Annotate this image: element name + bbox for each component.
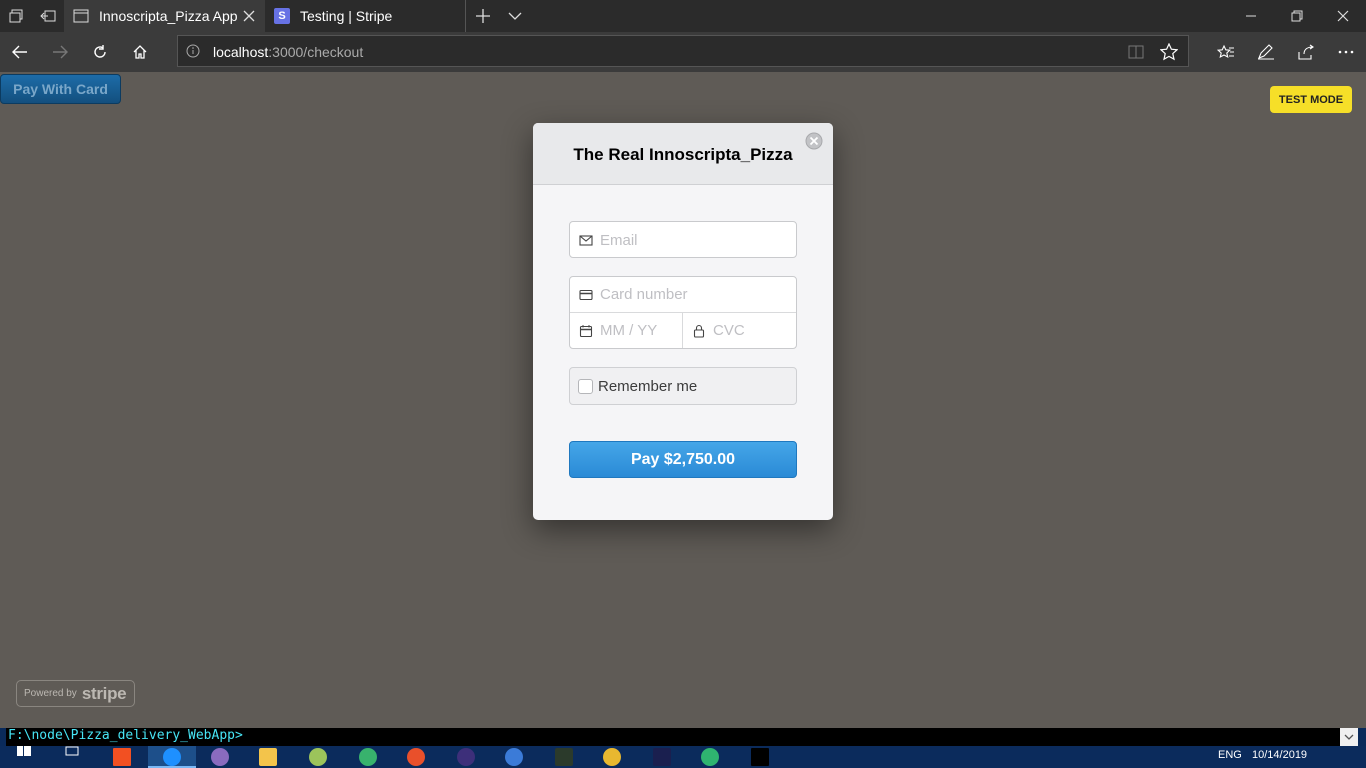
stripe-logo: stripe [81, 683, 127, 703]
remember-me-row[interactable]: Remember me [569, 367, 797, 405]
console-scroll-down-icon[interactable] [1340, 728, 1358, 746]
store-icon[interactable] [98, 746, 146, 768]
taskbar-app-icon[interactable] [392, 746, 440, 768]
lock-icon [693, 324, 705, 338]
tab-separator [465, 0, 466, 32]
url-text[interactable]: localhost:3000/checkout [213, 44, 363, 60]
expiry-field[interactable]: MM / YY [570, 313, 683, 348]
test-mode-badge: TEST MODE [1270, 86, 1352, 113]
minimize-icon[interactable] [1228, 0, 1274, 32]
eclipse-icon[interactable] [442, 746, 490, 768]
web-note-pen-icon[interactable] [1246, 32, 1286, 72]
favorite-star-icon[interactable] [1157, 40, 1181, 64]
stripe-checkout-modal: The Real Innoscripta_Pizza Email Card nu… [533, 123, 833, 520]
email-placeholder: Email [600, 232, 638, 249]
close-modal-icon[interactable] [805, 132, 823, 150]
pay-with-card-button[interactable]: Pay With Card [0, 74, 121, 104]
expiry-placeholder: MM / YY [600, 322, 658, 339]
atom-icon[interactable] [686, 746, 734, 768]
taskbar-app-icon[interactable] [490, 746, 538, 768]
input-language[interactable]: ENG [1218, 749, 1242, 761]
remember-me-checkbox[interactable] [578, 379, 593, 394]
file-explorer-icon[interactable] [244, 746, 292, 768]
command-prompt-icon[interactable] [736, 746, 784, 768]
close-tab-icon[interactable] [241, 8, 257, 24]
envelope-icon [579, 235, 593, 246]
close-window-icon[interactable] [1320, 0, 1366, 32]
task-view-icon[interactable] [48, 746, 96, 768]
browser-toolbar: localhost:3000/checkout [0, 32, 1366, 72]
cvc-placeholder: CVC [713, 322, 745, 339]
card-details-group: Card number MM / YY CVC [569, 276, 797, 349]
favorites-hub-icon[interactable] [1206, 32, 1246, 72]
page-overlay: Pay With Card TEST MODE Powered by strip… [0, 72, 1366, 728]
chrome-icon[interactable] [588, 746, 636, 768]
back-icon[interactable] [0, 32, 40, 72]
taskbar-date[interactable]: 10/14/2019 [1252, 749, 1307, 761]
console-prompt: F:\node\Pizza_delivery_WebApp> [8, 728, 243, 743]
cvc-field[interactable]: CVC [683, 313, 796, 348]
calendar-icon [579, 325, 593, 338]
refresh-icon[interactable] [80, 32, 120, 72]
share-icon[interactable] [1286, 32, 1326, 72]
pay-button[interactable]: Pay $2,750.00 [569, 441, 797, 478]
tab-preview-chevron-icon[interactable] [499, 0, 531, 32]
console-line[interactable]: F:\node\Pizza_delivery_WebApp> [6, 728, 1342, 746]
tab-stripe-testing[interactable]: S Testing | Stripe [265, 0, 465, 32]
taskbar-app-icon[interactable] [196, 746, 244, 768]
email-field[interactable]: Email [569, 221, 797, 258]
taskbar-app-icon[interactable] [294, 746, 342, 768]
tab-title: Innoscripta_Pizza App [99, 8, 238, 24]
page-icon [73, 8, 89, 24]
reading-view-icon[interactable] [1124, 40, 1148, 64]
taskbar-app-icon[interactable] [540, 746, 588, 768]
site-info-icon[interactable] [186, 44, 200, 58]
remember-me-label: Remember me [598, 378, 698, 395]
tab-title: Testing | Stripe [300, 8, 393, 24]
new-tab-icon[interactable] [467, 0, 499, 32]
tab-innoscripta[interactable]: Innoscripta_Pizza App [64, 0, 265, 32]
more-options-icon[interactable] [1326, 32, 1366, 72]
stripe-favicon-icon: S [274, 8, 290, 24]
card-number-field[interactable]: Card number [570, 277, 796, 313]
windows-taskbar: ENG 10/14/2019 [0, 746, 1366, 768]
set-tabs-aside-icon[interactable] [32, 0, 64, 32]
address-bar[interactable]: localhost:3000/checkout [177, 35, 1189, 67]
home-icon[interactable] [120, 32, 160, 72]
card-number-placeholder: Card number [600, 286, 688, 303]
browser-tab-bar: Innoscripta_Pizza App S Testing | Stripe [0, 0, 1366, 32]
restore-icon[interactable] [1274, 0, 1320, 32]
modal-title: The Real Innoscripta_Pizza [573, 145, 793, 164]
start-windows-icon[interactable] [0, 746, 48, 768]
powered-by-label: Powered by [24, 688, 77, 699]
photoshop-icon[interactable] [638, 746, 686, 768]
tab-manager-icon[interactable] [0, 0, 32, 32]
credit-card-icon [579, 289, 593, 301]
edge-browser-icon[interactable] [148, 746, 196, 768]
forward-icon[interactable] [40, 32, 80, 72]
powered-by-stripe-link[interactable]: Powered by stripe [16, 680, 135, 707]
atom-icon[interactable] [344, 746, 392, 768]
modal-header: The Real Innoscripta_Pizza [533, 123, 833, 185]
